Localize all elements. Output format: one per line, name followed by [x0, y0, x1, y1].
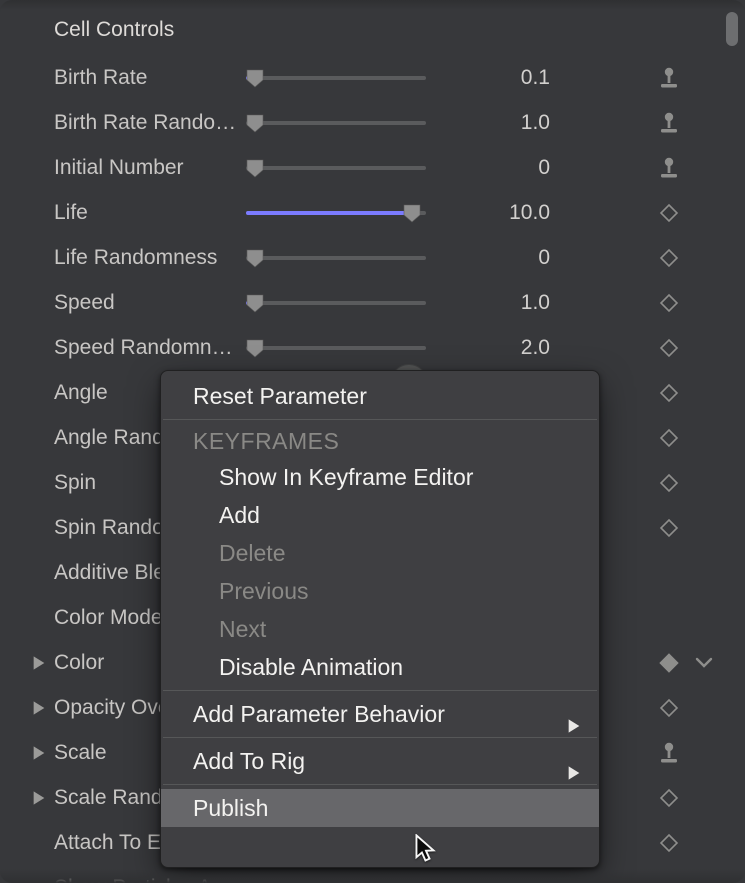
param-value[interactable]: 1.0 [440, 291, 550, 315]
slider-track [246, 121, 426, 125]
menu-separator [163, 784, 597, 785]
slider-thumb[interactable] [244, 337, 266, 359]
param-row: Birth Rate Rando… 1.0 [0, 100, 745, 145]
param-slider[interactable] [246, 293, 426, 313]
menu-publish[interactable]: Publish [161, 789, 599, 827]
keyframe-diamond-icon[interactable] [655, 289, 683, 317]
param-value[interactable]: 10.0 [440, 201, 550, 225]
menu-next-keyframe: Next [161, 610, 599, 648]
param-slider[interactable] [246, 338, 426, 358]
slider-track [246, 166, 426, 170]
param-label: Speed Randomn… [54, 336, 244, 360]
keyframe-diamond-icon[interactable] [655, 379, 683, 407]
menu-show-in-keyframe-editor[interactable]: Show In Keyframe Editor [161, 458, 599, 496]
slider-track [246, 346, 426, 350]
param-value[interactable]: 0 [440, 156, 550, 180]
keyframe-diamond-icon[interactable] [655, 829, 683, 857]
panel-fade-top [0, 0, 745, 10]
menu-add-to-rig[interactable]: Add To Rig [161, 742, 599, 780]
param-label: Life Randomness [54, 246, 244, 270]
menu-separator [163, 419, 597, 420]
menu-add-parameter-behavior-label: Add Parameter Behavior [193, 701, 445, 727]
param-value[interactable]: 1.0 [440, 111, 550, 135]
panel-fade-bottom [0, 869, 745, 883]
keyframe-diamond-icon[interactable] [655, 424, 683, 452]
param-label: Birth Rate Rando… [54, 111, 244, 135]
disclosure-triangle-icon[interactable] [30, 654, 48, 672]
menu-add-parameter-behavior[interactable]: Add Parameter Behavior [161, 695, 599, 733]
menu-delete-keyframe: Delete [161, 534, 599, 572]
param-value[interactable]: 0 [440, 246, 550, 270]
menu-previous-keyframe: Previous [161, 572, 599, 610]
param-row: Life 10.0 [0, 190, 745, 235]
keyframe-joystick-icon[interactable] [655, 109, 683, 137]
keyframe-diamond-icon[interactable] [655, 244, 683, 272]
keyframe-diamond-icon[interactable] [655, 649, 683, 677]
param-label: Speed [54, 291, 244, 315]
keyframe-diamond-icon[interactable] [655, 694, 683, 722]
scrollbar-thumb[interactable] [726, 12, 738, 46]
slider-thumb[interactable] [244, 112, 266, 134]
disclosure-triangle-icon[interactable] [30, 699, 48, 717]
section-title: Cell Controls [54, 18, 174, 42]
menu-reset-parameter[interactable]: Reset Parameter [161, 377, 599, 415]
param-value[interactable]: 2.0 [440, 336, 550, 360]
keyframe-diamond-icon[interactable] [655, 469, 683, 497]
param-row: Speed 1.0 [0, 280, 745, 325]
menu-header-keyframes: KEYFRAMES [161, 424, 599, 458]
slider-thumb[interactable] [244, 157, 266, 179]
param-label: Initial Number [54, 156, 244, 180]
submenu-arrow-icon [567, 754, 581, 792]
slider-track [246, 256, 426, 260]
keyframe-diamond-icon[interactable] [655, 199, 683, 227]
keyframe-diamond-icon[interactable] [655, 514, 683, 542]
param-slider[interactable] [246, 68, 426, 88]
submenu-arrow-icon [567, 707, 581, 745]
slider-track [246, 76, 426, 80]
chevron-down-icon[interactable] [693, 652, 715, 674]
param-label: Birth Rate [54, 66, 244, 90]
menu-add-to-rig-label: Add To Rig [193, 748, 305, 774]
param-slider[interactable] [246, 248, 426, 268]
param-row: Life Randomness 0 [0, 235, 745, 280]
keyframe-joystick-icon[interactable] [655, 739, 683, 767]
menu-add-keyframe[interactable]: Add [161, 496, 599, 534]
menu-separator [163, 690, 597, 691]
slider-thumb[interactable] [244, 292, 266, 314]
param-slider[interactable] [246, 203, 426, 223]
param-slider[interactable] [246, 158, 426, 178]
keyframe-diamond-icon[interactable] [655, 334, 683, 362]
param-row: Initial Number 0 [0, 145, 745, 190]
keyframe-joystick-icon[interactable] [655, 154, 683, 182]
param-row: Birth Rate 0.1 [0, 55, 745, 100]
menu-separator [163, 737, 597, 738]
keyframe-joystick-icon[interactable] [655, 64, 683, 92]
disclosure-triangle-icon[interactable] [30, 789, 48, 807]
param-row: Speed Randomn… 2.0 [0, 325, 745, 370]
slider-thumb[interactable] [244, 67, 266, 89]
slider-thumb[interactable] [401, 202, 423, 224]
keyframe-diamond-icon[interactable] [655, 784, 683, 812]
slider-thumb[interactable] [244, 247, 266, 269]
param-slider[interactable] [246, 113, 426, 133]
slider-fill [246, 211, 412, 215]
slider-track [246, 301, 426, 305]
param-label: Life [54, 201, 244, 225]
context-menu: Reset Parameter KEYFRAMES Show In Keyfra… [160, 370, 600, 868]
disclosure-triangle-icon[interactable] [30, 744, 48, 762]
menu-disable-animation[interactable]: Disable Animation [161, 648, 599, 686]
param-value[interactable]: 0.1 [440, 66, 550, 90]
